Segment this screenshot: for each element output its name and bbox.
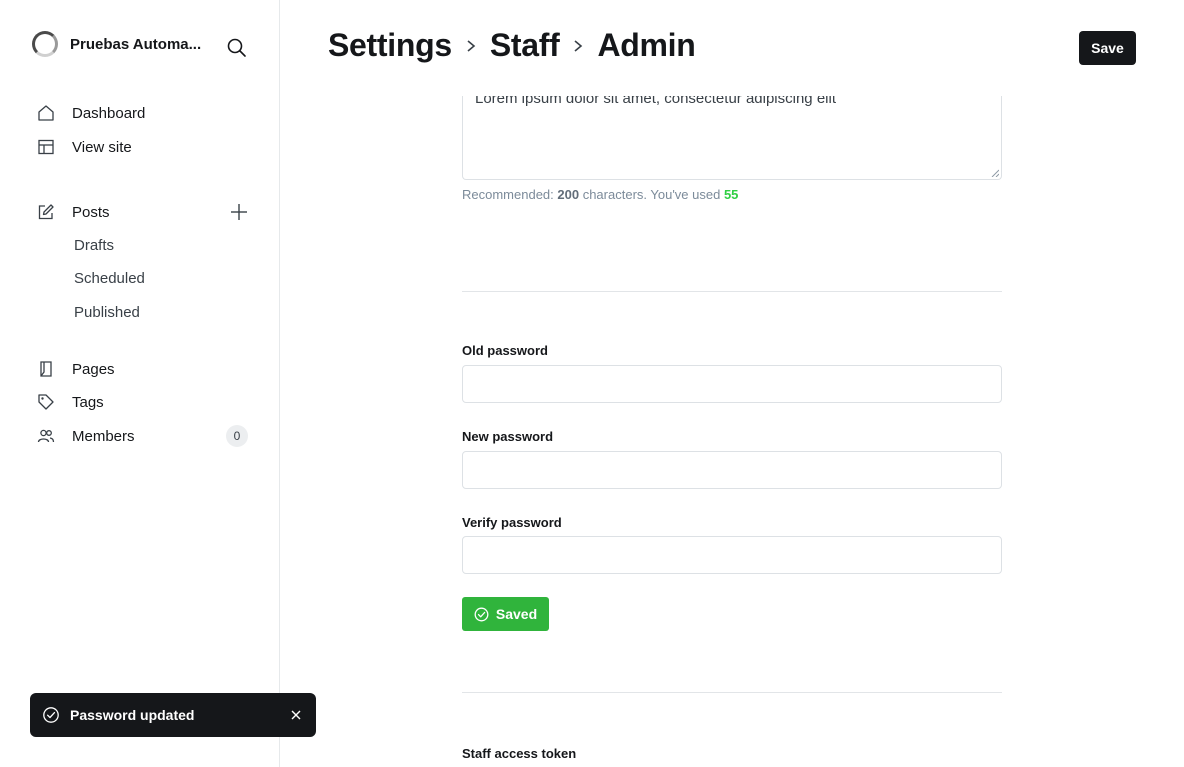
sidebar-item-label: Dashboard <box>72 104 146 122</box>
new-password-field[interactable] <box>462 451 1002 489</box>
resize-grip-icon[interactable] <box>991 169 999 177</box>
breadcrumb-admin: Admin <box>597 27 696 63</box>
sidebar-item-posts[interactable]: Posts <box>36 199 110 225</box>
sidebar-item-drafts[interactable]: Drafts <box>74 237 114 254</box>
sidebar-item-label: Pages <box>72 360 115 378</box>
site-logo-icon <box>32 31 58 57</box>
sidebar-item-label: Posts <box>72 203 110 221</box>
old-password-label: Old password <box>462 343 548 358</box>
change-password-button[interactable]: Saved <box>462 597 549 631</box>
members-count-badge: 0 <box>226 425 248 447</box>
bio-character-hint: Recommended: 200 characters. You've used… <box>462 187 738 202</box>
site-brand[interactable]: Pruebas Automa... <box>32 31 208 57</box>
sidebar-item-members[interactable]: Members <box>36 423 135 449</box>
close-icon[interactable] <box>288 707 304 723</box>
bio-textarea[interactable]: Lorem ipsum dolor sit amet, consectetur … <box>462 96 1002 180</box>
hint-prefix: Recommended: <box>462 187 558 202</box>
search-icon[interactable] <box>226 37 248 59</box>
hint-middle: characters. You've used <box>579 187 724 202</box>
toast-message: Password updated <box>70 707 195 723</box>
old-password-field[interactable] <box>462 365 1002 403</box>
chevron-right-icon <box>466 39 476 53</box>
edit-icon <box>36 202 56 222</box>
breadcrumb: Settings Staff Admin <box>328 27 696 64</box>
site-name: Pruebas Automa... <box>70 35 202 53</box>
section-divider <box>462 692 1002 693</box>
sidebar-item-scheduled[interactable]: Scheduled <box>74 270 145 287</box>
bio-text: Lorem ipsum dolor sit amet, consectetur … <box>475 96 836 107</box>
toast-notification: Password updated <box>30 693 316 737</box>
new-password-label: New password <box>462 429 554 444</box>
verify-password-field[interactable] <box>462 536 1002 574</box>
hint-used-count: 55 <box>723 187 739 202</box>
section-divider <box>462 291 1002 292</box>
sidebar-item-tags[interactable]: Tags <box>36 389 104 415</box>
check-circle-icon <box>474 607 489 622</box>
members-icon <box>36 426 56 446</box>
sidebar-item-label: Tags <box>72 393 104 411</box>
sidebar-item-dashboard[interactable]: Dashboard <box>36 100 145 126</box>
sidebar-item-pages[interactable]: Pages <box>36 356 115 382</box>
verify-password-label: Verify password <box>462 515 562 530</box>
pages-icon <box>36 359 56 379</box>
sidebar: Pruebas Automa... Dashboard View site Po… <box>0 0 280 767</box>
breadcrumb-settings[interactable]: Settings <box>328 27 452 64</box>
hint-limit: 200 <box>557 187 580 202</box>
chevron-right-icon <box>573 39 583 53</box>
breadcrumb-staff[interactable]: Staff <box>490 27 560 64</box>
saved-label: Saved <box>495 606 538 622</box>
check-circle-icon <box>42 706 60 724</box>
save-button[interactable]: Save <box>1079 31 1136 65</box>
add-post-icon[interactable] <box>228 201 250 223</box>
sidebar-item-view-site[interactable]: View site <box>36 134 132 160</box>
home-icon <box>36 103 56 123</box>
sidebar-item-label: View site <box>72 138 132 156</box>
tag-icon <box>36 392 56 412</box>
staff-token-label: Staff access token <box>462 746 577 761</box>
sidebar-item-label: Members <box>72 427 135 445</box>
sidebar-item-published[interactable]: Published <box>74 304 140 321</box>
layout-icon <box>36 137 56 157</box>
